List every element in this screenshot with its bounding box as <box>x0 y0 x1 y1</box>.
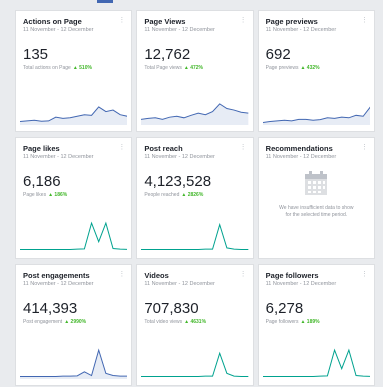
sparkline-line <box>141 353 248 376</box>
card-sub-pct: ▲ 186% <box>48 192 68 198</box>
card-sub-label: Page followers <box>265 319 299 325</box>
sparkline <box>20 345 128 379</box>
card-sub-label: Post engagement <box>23 319 63 325</box>
card-menu-icon[interactable]: ⋮ <box>361 271 368 278</box>
sparkline <box>263 345 370 379</box>
insights-grid: Actions on Page 11 November - 12 Decembe… <box>15 10 375 386</box>
card-title[interactable]: Actions on Page <box>23 17 124 26</box>
card-sub-label: Page previews <box>265 65 299 71</box>
card-date: 11 November - 12 December <box>265 27 337 33</box>
card-videos[interactable]: Videos 11 November - 12 December ⋮ 707,8… <box>136 264 254 386</box>
card-menu-icon[interactable]: ⋮ <box>361 17 368 24</box>
sparkline-line <box>141 225 248 250</box>
card-sub-pct: ▲ 472% <box>183 65 203 71</box>
card-title[interactable]: Page likes <box>23 144 124 153</box>
card-sub: Total actions on Page ▲ 510% <box>23 65 124 72</box>
sparkline-svg <box>20 345 128 379</box>
sparkline <box>262 91 370 125</box>
card-sub: Post engagement ▲ 2990% <box>23 319 124 326</box>
sparkline-svg <box>141 91 249 125</box>
card-menu-icon[interactable]: ⋮ <box>118 17 125 24</box>
card-menu-icon[interactable]: ⋮ <box>240 144 247 151</box>
card-date: 11 November - 12 December <box>23 27 94 33</box>
sparkline <box>20 218 127 252</box>
card-date: 11 November - 12 December <box>144 27 215 33</box>
card-page-views[interactable]: Page Views 11 November - 12 December ⋮ 1… <box>136 10 254 132</box>
sparkline-svg <box>141 345 248 379</box>
card-date: 11 November - 12 December <box>144 154 215 160</box>
card-sub-pct: ▲ 510% <box>72 65 92 71</box>
empty-state-text: We have insufficient data to show for th… <box>279 205 354 218</box>
card-title[interactable]: Recommendations <box>266 144 367 153</box>
card-sub-pct: ▲ 189% <box>300 319 320 325</box>
card-post-reach[interactable]: Post reach 11 November - 12 December ⋮ 4… <box>136 137 254 259</box>
sparkline-svg <box>20 218 127 252</box>
card-recommendations[interactable]: Recommendations 11 November - 12 Decembe… <box>257 137 375 259</box>
card-value: 707,830 <box>144 300 199 317</box>
sparkline-svg <box>20 91 128 125</box>
card-value: 135 <box>23 46 49 63</box>
card-sub-label: Total Page views <box>144 65 182 71</box>
sparkline-line <box>263 350 370 376</box>
card-date: 11 November - 12 December <box>265 154 337 160</box>
empty-state: We have insufficient data to show for th… <box>259 170 374 219</box>
card-sub-label: Page likes <box>23 192 47 198</box>
card-title[interactable]: Page Views <box>144 17 245 26</box>
card-title[interactable]: Page followers <box>266 271 367 280</box>
card-value: 4,123,528 <box>144 173 212 190</box>
card-sub-pct: ▲ 432% <box>300 65 320 71</box>
card-actions-on-page[interactable]: Actions on Page 11 November - 12 Decembe… <box>15 10 133 132</box>
card-sub-pct: ▲ 2826% <box>181 192 204 198</box>
card-date: 11 November - 12 December <box>265 281 337 287</box>
sparkline-svg <box>262 91 370 125</box>
card-sub-label: Total video views <box>144 319 183 325</box>
sparkline-line <box>20 350 127 376</box>
card-value: 414,393 <box>23 300 78 317</box>
calendar-icon <box>305 171 328 195</box>
card-date: 11 November - 12 December <box>23 154 94 160</box>
sparkline-area <box>20 106 128 125</box>
card-menu-icon[interactable]: ⋮ <box>118 144 125 151</box>
card-sub: Total video views ▲ 4631% <box>144 319 245 326</box>
card-page-previews[interactable]: Page previews 11 November - 12 December … <box>257 10 375 132</box>
card-menu-icon[interactable]: ⋮ <box>361 144 368 151</box>
card-value: 6,278 <box>265 300 304 317</box>
card-title[interactable]: Post reach <box>144 144 245 153</box>
card-sub-label: People reached <box>144 192 180 198</box>
card-value: 12,762 <box>144 46 191 63</box>
card-sub-label: Total actions on Page <box>23 65 71 71</box>
card-date: 11 November - 12 December <box>144 281 215 287</box>
card-post-engagements[interactable]: Post engagements 11 November - 12 Decemb… <box>15 264 133 386</box>
card-menu-icon[interactable]: ⋮ <box>118 271 125 278</box>
card-sub: Page likes ▲ 186% <box>23 192 124 199</box>
card-date: 11 November - 12 December <box>23 281 94 287</box>
card-sub: People reached ▲ 2826% <box>144 192 245 199</box>
card-value: 692 <box>265 46 291 63</box>
sparkline <box>141 218 248 252</box>
active-tab-indicator <box>97 0 113 3</box>
sparkline <box>20 91 128 125</box>
card-title[interactable]: Post engagements <box>23 271 124 280</box>
sparkline-svg <box>141 218 248 252</box>
card-value: 6,186 <box>23 173 61 190</box>
card-sub: Page followers ▲ 189% <box>266 319 367 326</box>
card-sub-pct: ▲ 2990% <box>64 319 87 325</box>
card-title[interactable]: Page previews <box>266 17 367 26</box>
card-menu-icon[interactable]: ⋮ <box>240 17 247 24</box>
sparkline <box>141 345 248 379</box>
sparkline-svg <box>263 345 370 379</box>
card-page-likes[interactable]: Page likes 11 November - 12 December ⋮ 6… <box>15 137 133 259</box>
card-menu-icon[interactable]: ⋮ <box>240 271 247 278</box>
card-title[interactable]: Videos <box>144 271 245 280</box>
sparkline-line <box>20 223 127 249</box>
card-sub-pct: ▲ 4631% <box>184 319 207 325</box>
sparkline <box>141 91 249 125</box>
card-sub: Total Page views ▲ 472% <box>144 65 245 72</box>
card-page-followers[interactable]: Page followers 11 November - 12 December… <box>257 264 375 386</box>
card-sub: Page previews ▲ 432% <box>266 65 367 72</box>
